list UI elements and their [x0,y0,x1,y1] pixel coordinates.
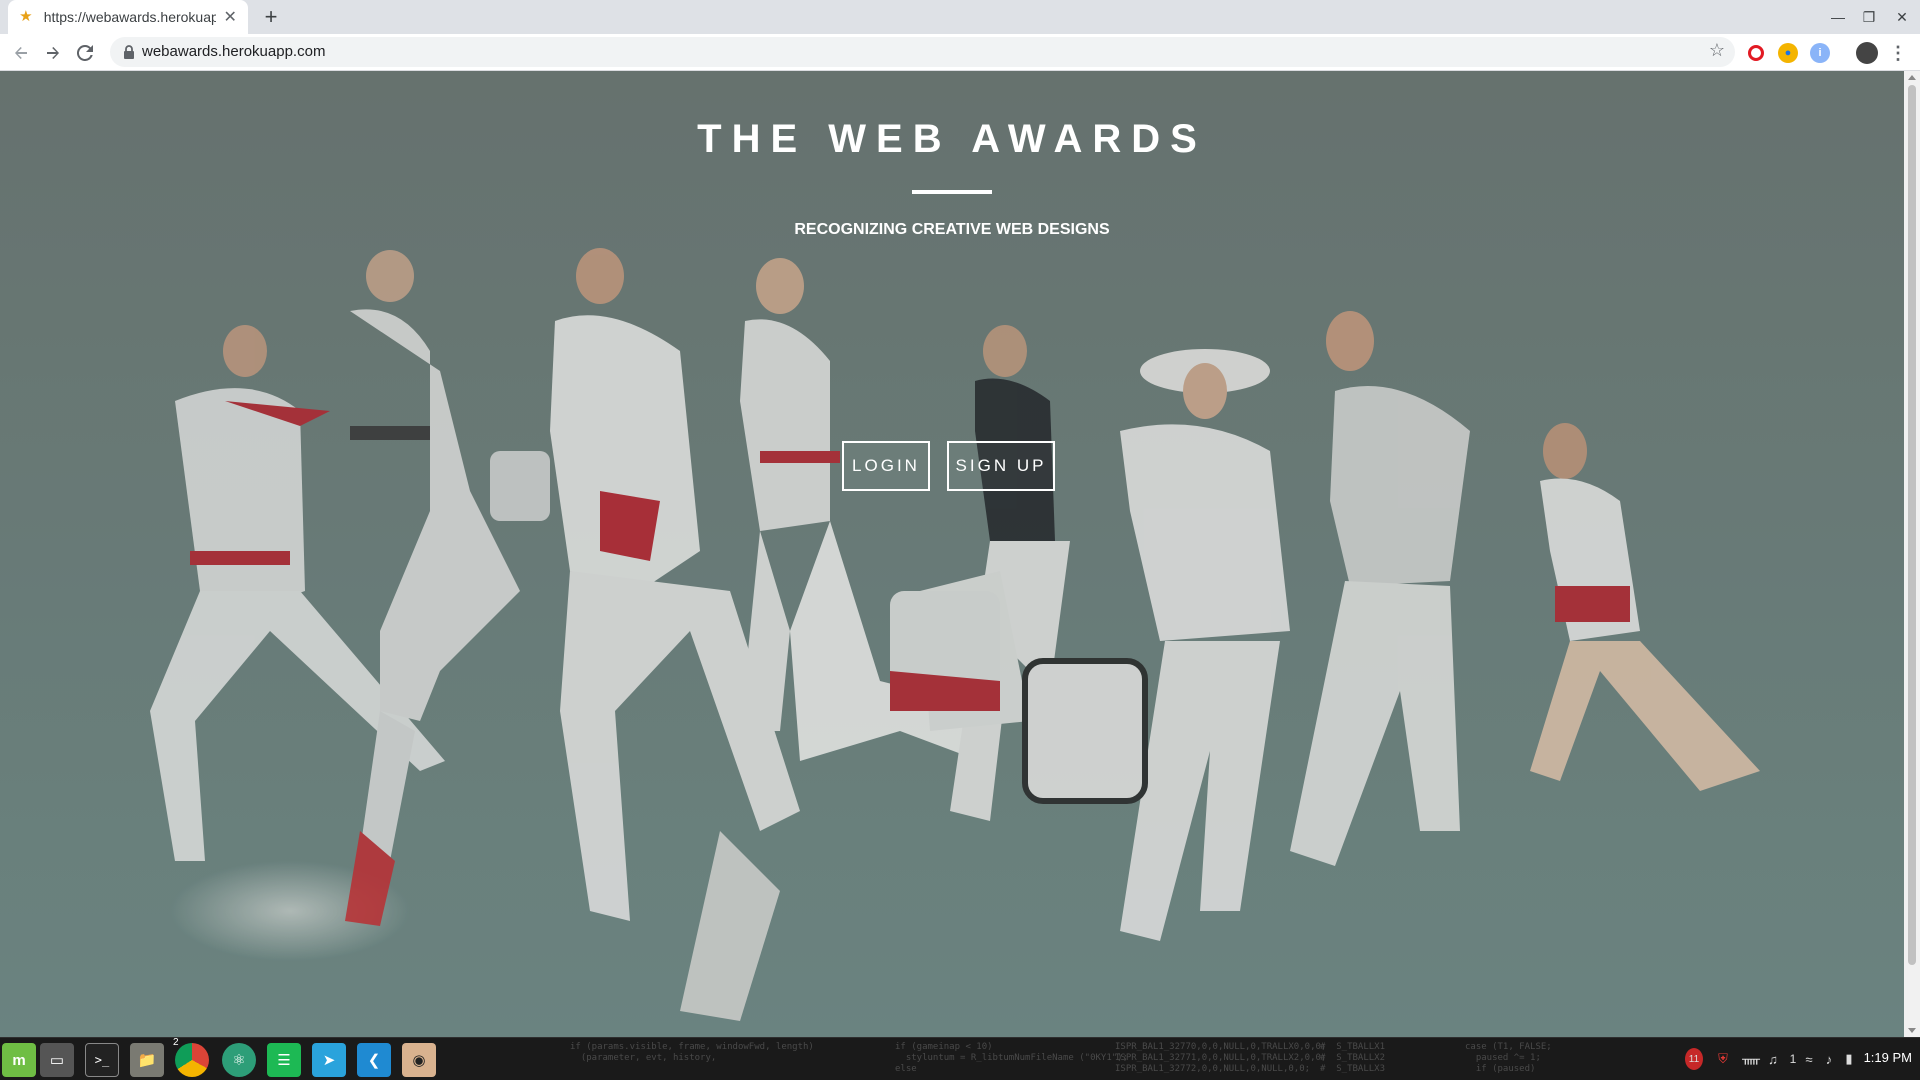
page-title: THE WEB AWARDS [697,117,1207,161]
reload-button[interactable] [70,38,100,68]
arrow-left-icon [15,47,27,59]
battery-icon[interactable]: ▮ [1840,1048,1858,1070]
url-text: webawards.herokuapp.com [142,43,326,60]
restore-icon[interactable]: ❐ [1853,0,1885,34]
mint-menu-icon[interactable]: m [2,1043,36,1077]
eye-app-icon[interactable]: ◉ [402,1043,436,1077]
background-code-text: case (T1, FALSE; paused ^= 1; if (paused… [1465,1042,1552,1074]
page-scrollbar[interactable] [1904,71,1920,1037]
background-code-text: # S_TBALLX1 # S_TBALLX2 # S_TBALLX3 [1320,1042,1386,1074]
chrome-icon[interactable]: 2 [173,1037,209,1077]
scroll-up-icon[interactable] [1908,75,1916,80]
window-close-icon[interactable]: ✕ [1886,0,1918,34]
login-button[interactable]: LOGIN [842,441,930,491]
trophy-icon: ★ [19,8,33,25]
bookmark-star-icon[interactable]: ☆ [1709,40,1725,61]
wifi-icon[interactable]: ≈ [1800,1048,1818,1070]
page-viewport: THE WEB AWARDS RECOGNIZING CREATIVE WEB … [0,71,1904,1037]
window-count-badge: 2 [173,1037,179,1048]
title-divider [912,190,992,194]
profile-avatar[interactable] [1856,42,1878,64]
vscode-icon[interactable]: ❮ [357,1043,391,1077]
background-code-text: ISPR_BAL1_32770,0,0,NULL,0,TRALLX0,0,0; … [1115,1042,1327,1074]
terminal-icon[interactable]: >_ [85,1043,119,1077]
clock[interactable]: 1:19 PM [1864,1050,1912,1065]
spotify-icon[interactable]: ☰ [267,1043,301,1077]
background-code-text: if (params.visible, frame, windowFwd, le… [570,1042,814,1063]
extension-icon[interactable]: ● [1778,43,1798,63]
notification-badge[interactable]: 11 [1685,1048,1703,1070]
shield-icon[interactable]: ⛨ [1714,1048,1732,1070]
telegram-icon[interactable]: ➤ [312,1043,346,1077]
browser-tab[interactable]: ★ https://webawards.herokuapp.com ✕ [8,0,248,34]
bluetooth-icon[interactable]: ᚅ [1742,1048,1760,1070]
tab-title: https://webawards.herokuapp.com [43,9,217,25]
scroll-down-icon[interactable] [1908,1028,1916,1033]
atom-icon[interactable]: ⚛ [222,1043,256,1077]
new-tab-button[interactable]: + [258,4,284,30]
signup-button[interactable]: SIGN UP [947,441,1055,491]
scrollbar-thumb[interactable] [1908,85,1916,965]
show-desktop-icon[interactable]: ▭ [40,1043,74,1077]
arrow-right-icon [47,47,59,59]
hero-background-image [0,71,1904,1037]
os-taskbar: if (params.visible, frame, windowFwd, le… [0,1037,1920,1080]
notifications-bell-icon[interactable]: ♫ [1764,1048,1782,1070]
back-button[interactable] [6,38,36,68]
opera-extension-icon[interactable] [1748,45,1764,61]
files-icon[interactable]: 📁 [130,1043,164,1077]
info-extension-icon[interactable]: i [1810,43,1830,63]
close-icon[interactable]: ✕ [222,7,238,27]
lock-icon [124,45,134,59]
menu-kebab-icon[interactable]: ⋮ [1883,38,1913,68]
minimize-icon[interactable]: — [1822,0,1854,34]
tab-bar: ★ https://webawards.herokuapp.com ✕ + — … [0,0,1920,34]
address-bar[interactable]: webawards.herokuapp.com ☆ [110,37,1735,67]
page-subtitle: RECOGNIZING CREATIVE WEB DESIGNS [794,221,1110,238]
browser-toolbar: webawards.herokuapp.com ☆ ● i ⋮ [0,34,1920,71]
reload-icon [77,45,93,61]
volume-icon[interactable]: ♪ [1820,1048,1838,1070]
forward-button[interactable] [38,38,68,68]
background-code-text: if (gameinap < 10) styluntum = R_libtumN… [895,1042,1128,1074]
